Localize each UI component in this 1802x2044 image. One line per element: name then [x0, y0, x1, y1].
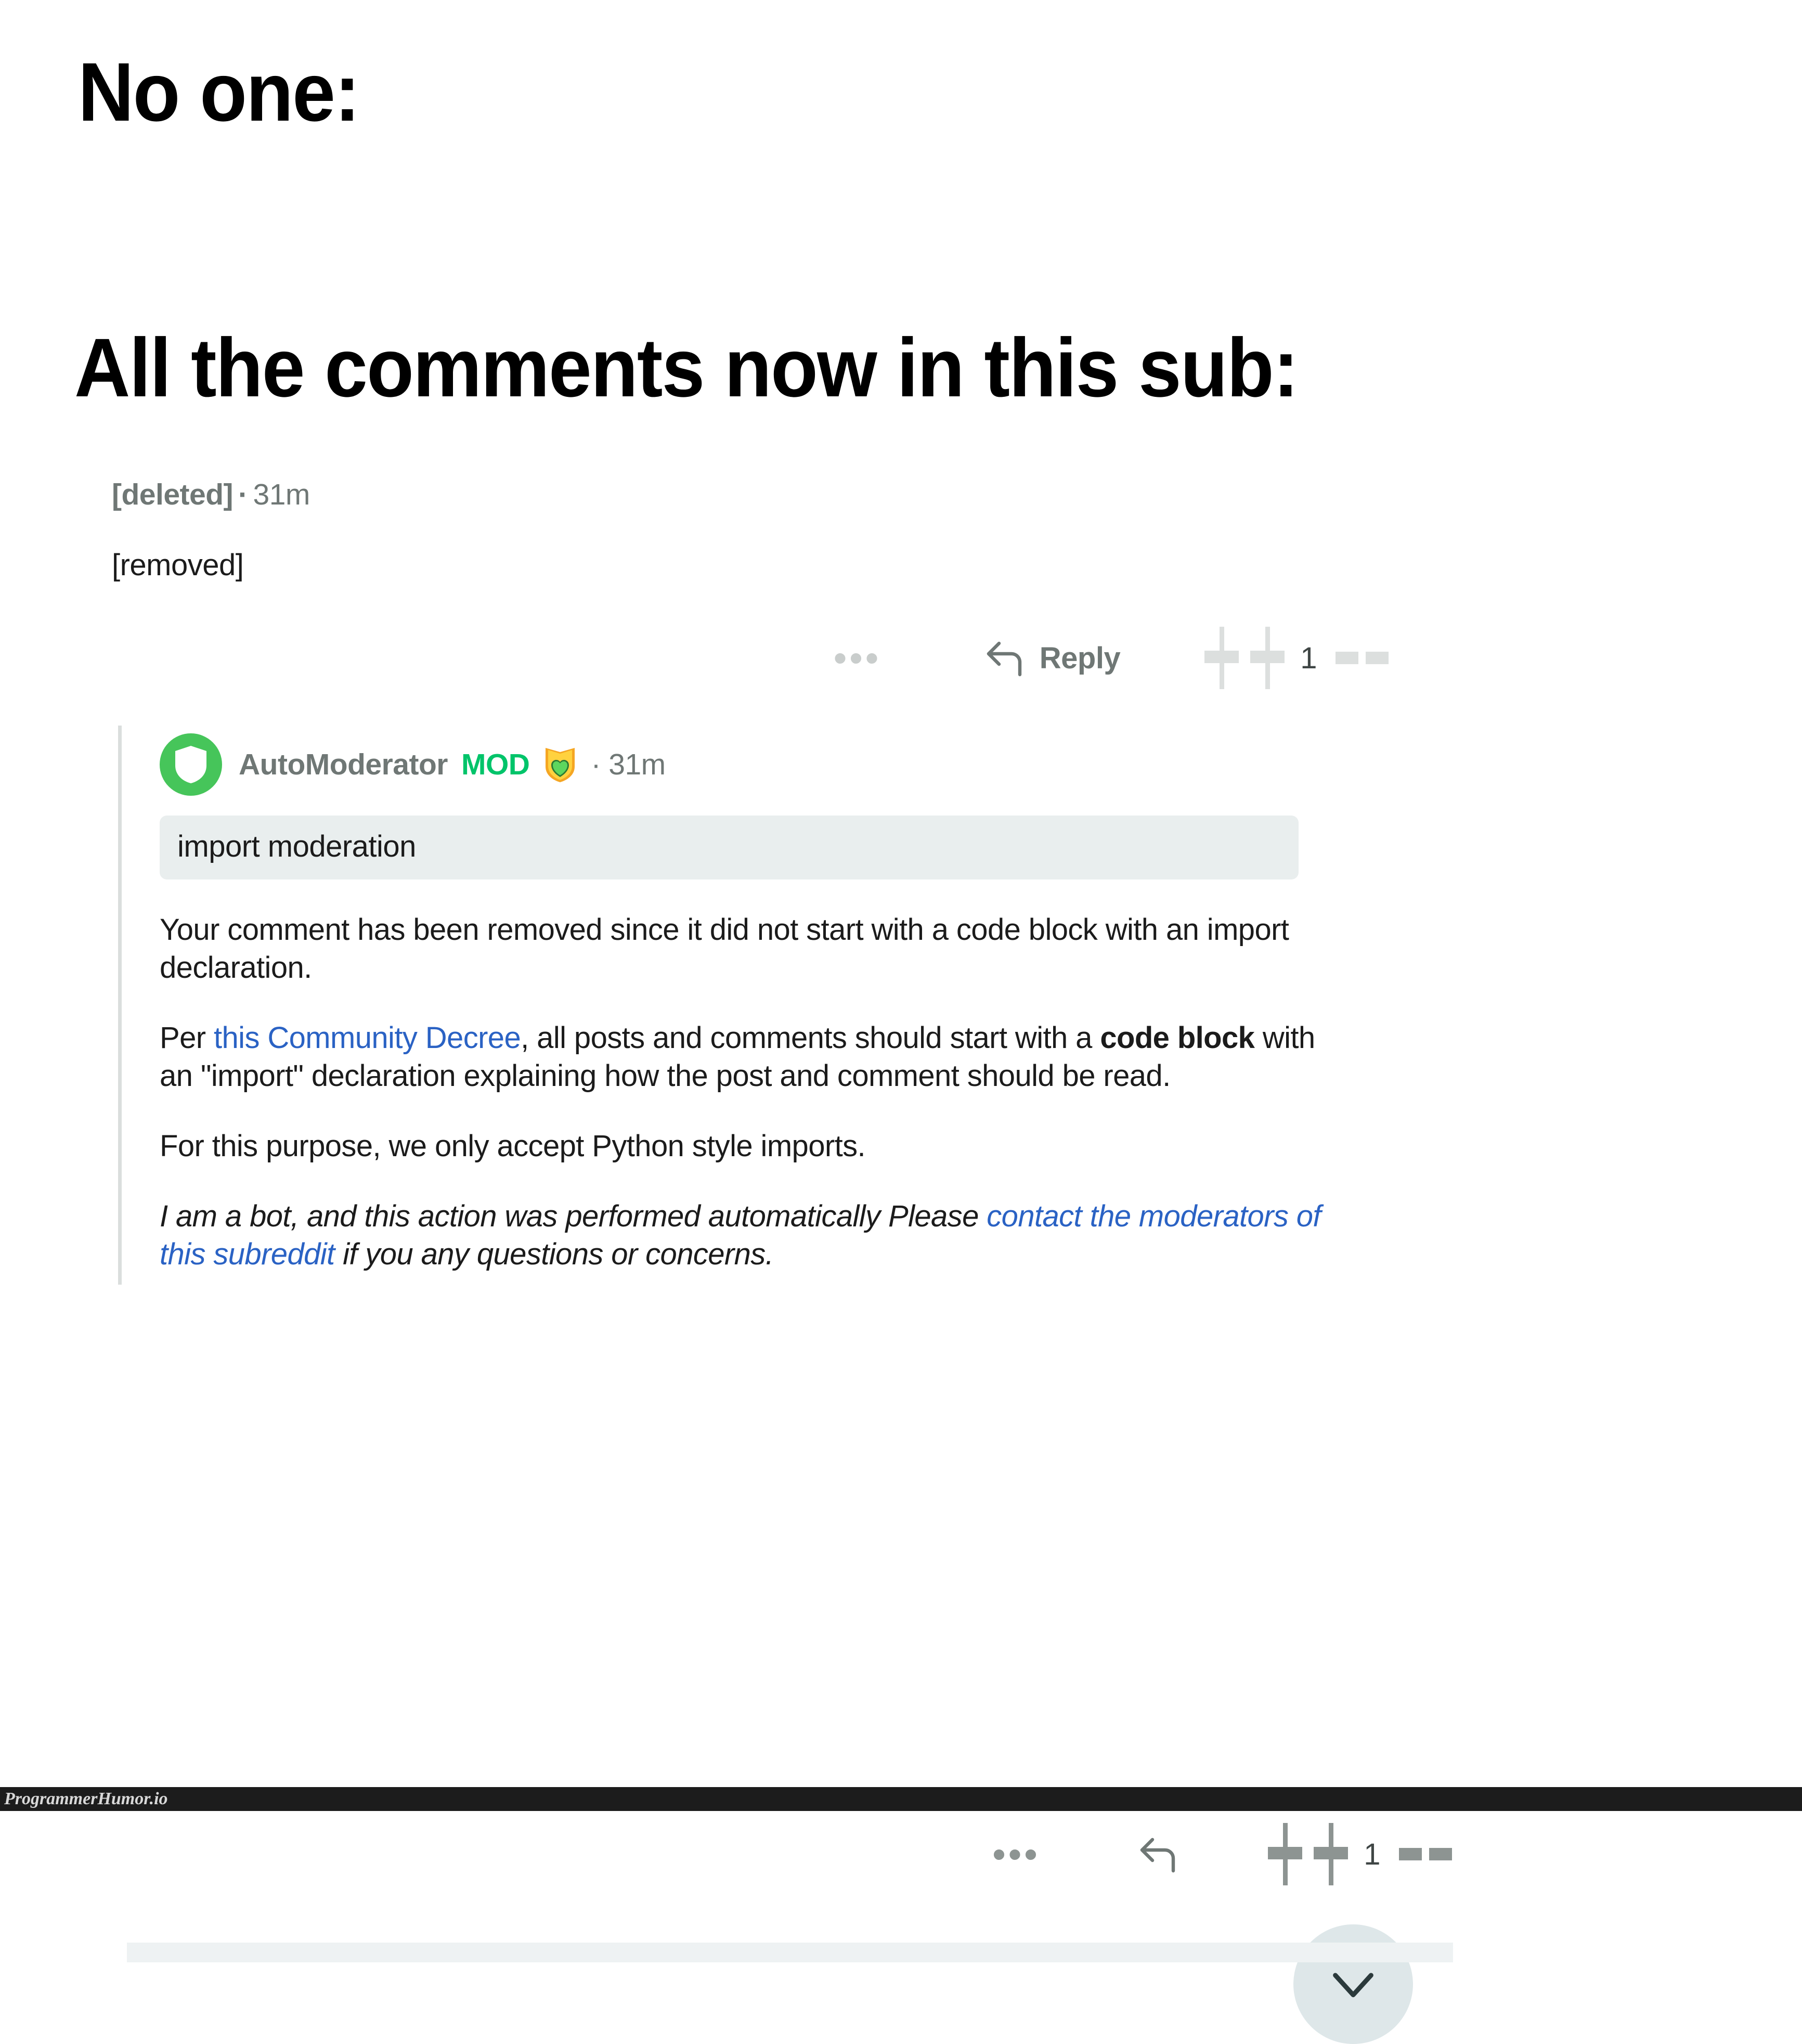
meme-punchline: All the comments now in this sub: [74, 321, 1299, 414]
byline-separator: · [238, 478, 248, 511]
vote-count: 1 [1300, 641, 1317, 675]
mod-badge: MOD [461, 748, 530, 781]
timestamp-value: 31m [608, 748, 666, 781]
p4-prefix: I am a bot, and this action was performe… [160, 1199, 987, 1234]
code-block: import moderation [160, 816, 1299, 879]
reply-button-automod[interactable] [1134, 1829, 1184, 1879]
comment-byline: [deleted] · 31m [112, 478, 1391, 511]
comment-divider [127, 1943, 1453, 1962]
meme-setup-line: No one: [78, 45, 360, 138]
ellipsis-icon: ••• [992, 1834, 1041, 1874]
p2-mid1: , all posts and comments should start wi… [521, 1021, 1100, 1055]
p2-prefix: Per [160, 1021, 214, 1055]
shield-heart-award-icon[interactable] [543, 746, 577, 783]
reply-button[interactable]: Reply [980, 633, 1121, 683]
watermark-strip [0, 1787, 1802, 1811]
comment-author[interactable]: [deleted] [112, 478, 234, 511]
overflow-menu-button-automod[interactable]: ••• [992, 1834, 1041, 1874]
code-block-emphasis: code block [1100, 1021, 1255, 1055]
watermark-text: ProgrammerHumor.io [4, 1789, 168, 1808]
avatar[interactable] [160, 733, 222, 796]
upvote-icon[interactable] [1203, 627, 1240, 689]
automoderator-action-bar: ••• 1 [896, 1823, 1452, 1885]
vote-dash-icon-2[interactable] [1366, 652, 1389, 664]
p4-suffix: if you any questions or concerns. [334, 1237, 774, 1272]
comment-timestamp: 31m [253, 478, 310, 511]
downvote-icon[interactable] [1249, 627, 1286, 689]
automoderator-header: AutoModerator MOD · 31m [160, 723, 1390, 806]
deleted-comment: [deleted] · 31m [removed] [112, 478, 1391, 583]
automoderator-timestamp: · 31m [591, 747, 666, 782]
reply-arrow-icon [1134, 1829, 1184, 1879]
vote-group-automod: 1 [1267, 1823, 1452, 1885]
paragraph-community-decree: Per this Community Decree, all posts and… [160, 1019, 1325, 1095]
thread-collapse-line[interactable] [118, 726, 122, 1285]
vote-group: 1 [1203, 627, 1389, 689]
paragraph-bot-disclaimer: I am a bot, and this action was performe… [160, 1197, 1325, 1273]
overflow-menu-button[interactable]: ••• [834, 638, 881, 678]
vote-dash-icon-1[interactable] [1336, 652, 1358, 664]
reply-arrow-icon [980, 633, 1030, 683]
vote-dash-icon-2[interactable] [1429, 1848, 1452, 1860]
comment-body: [removed] [112, 548, 244, 582]
reply-label: Reply [1039, 641, 1121, 675]
ellipsis-icon: ••• [834, 638, 881, 678]
byline-separator: · [591, 748, 601, 781]
downvote-icon[interactable] [1313, 1823, 1349, 1885]
community-decree-link[interactable]: this Community Decree [214, 1021, 521, 1055]
comment-action-bar: ••• Reply 1 [728, 627, 1389, 689]
paragraph-python-imports: For this purpose, we only accept Python … [160, 1129, 866, 1163]
automoderator-body: Your comment has been removed since it d… [160, 911, 1325, 1274]
chevron-down-icon [1325, 1956, 1382, 2013]
vote-count: 1 [1364, 1837, 1380, 1871]
paragraph-removal-reason: Your comment has been removed since it d… [160, 913, 1289, 985]
code-block-text: import moderation [177, 830, 416, 863]
upvote-icon[interactable] [1267, 1823, 1303, 1885]
automoderator-comment: AutoModerator MOD · 31m import moderatio… [63, 723, 1453, 2044]
vote-dash-icon-1[interactable] [1399, 1848, 1422, 1860]
automoderator-username[interactable]: AutoModerator [239, 747, 448, 782]
